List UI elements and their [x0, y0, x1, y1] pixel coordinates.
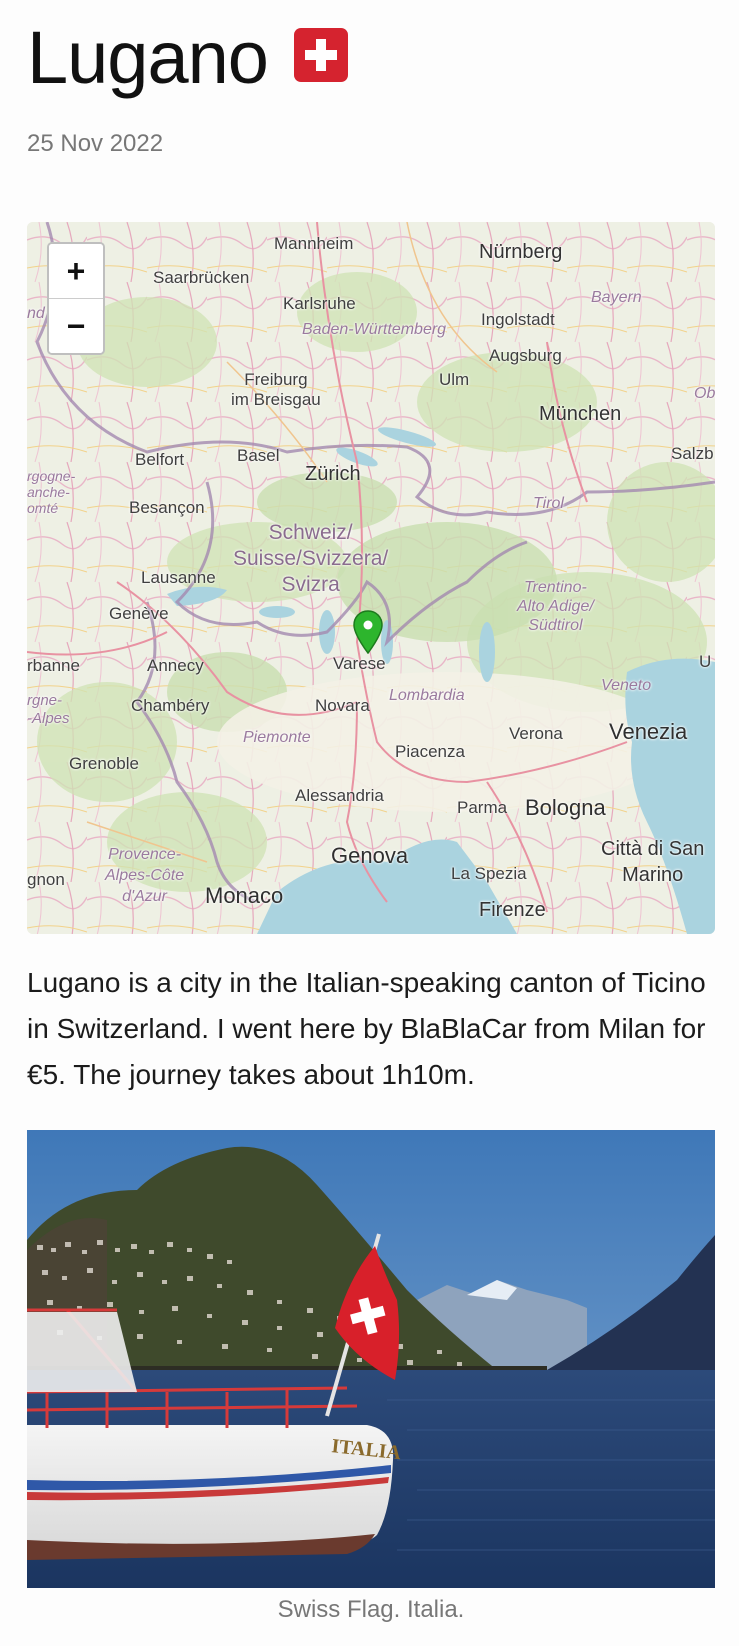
- map-label-parma: Parma: [457, 798, 508, 817]
- map-label-urbanne: rbanne: [27, 656, 80, 675]
- page-title: Lugano: [27, 16, 269, 99]
- map[interactable]: Mannheim Nürnberg Saarbrücken Bayern nd …: [27, 222, 715, 934]
- map-pin-icon[interactable]: [353, 610, 383, 654]
- map-label-mannheim: Mannheim: [274, 234, 354, 253]
- map-label-venezia: Venezia: [609, 719, 688, 744]
- map-label-ingolstadt: Ingolstadt: [481, 310, 555, 329]
- map-label-chambery: Chambéry: [131, 696, 210, 715]
- map-label-provence: Provence- Alpes-Côte d'Azur: [105, 846, 185, 905]
- map-label-genova: Genova: [331, 843, 409, 868]
- map-label-bayern: Bayern: [591, 289, 642, 306]
- map-label-salzb: Salzb: [671, 444, 714, 463]
- post-date: 25 Nov 2022: [27, 130, 164, 157]
- map-label-basel: Basel: [237, 446, 280, 465]
- zoom-out-button[interactable]: −: [49, 298, 103, 353]
- photo-lugano-boat[interactable]: ITALIA: [27, 1130, 715, 1588]
- map-label-laspezia: La Spezia: [451, 864, 527, 883]
- map-label-piacenza: Piacenza: [395, 742, 465, 761]
- map-label-freiburg: Freiburg im Breisgau: [231, 370, 321, 409]
- post-description: Lugano is a city in the Italian-speaking…: [27, 967, 706, 1090]
- map-label-annecy: Annecy: [147, 656, 204, 675]
- zoom-in-button[interactable]: +: [49, 244, 103, 298]
- map-label-citta: Città di San Marino: [601, 838, 705, 886]
- map-label-baden: Baden-Württemberg: [302, 321, 447, 338]
- map-label-belfort: Belfort: [135, 450, 185, 469]
- map-label-varese: Varese: [333, 654, 386, 673]
- map-label-tirol: Tirol: [533, 495, 564, 512]
- map-label-piemonte: Piemonte: [243, 729, 311, 746]
- map-label-trentino: Trentino- Alto Adige/ Südtirol: [517, 579, 594, 634]
- map-label-verona: Verona: [509, 724, 563, 743]
- zoom-control: + −: [47, 242, 105, 355]
- map-label-alessandria: Alessandria: [295, 786, 384, 805]
- map-label-bologna: Bologna: [525, 795, 606, 820]
- map-label-geneve: Genève: [109, 604, 169, 623]
- map-label-novara: Novara: [315, 696, 370, 715]
- map-label-firenze: Firenze: [479, 899, 546, 921]
- title-row: Lugano: [27, 8, 348, 108]
- map-label-munchen: München: [539, 403, 622, 425]
- map-label-monaco: Monaco: [205, 883, 284, 908]
- map-label-u: U: [699, 652, 712, 671]
- photo-image: ITALIA: [27, 1130, 715, 1588]
- map-label-burgogne: rgogne- anche- omté: [27, 468, 76, 516]
- map-label-grenoble: Grenoble: [69, 754, 139, 773]
- photo-caption: Swiss Flag. Italia.: [277, 1596, 465, 1623]
- map-label-avignon: gnon: [27, 870, 65, 889]
- map-label-rhone-alpes: rgne- -Alpes: [27, 692, 70, 727]
- swiss-flag-icon: [293, 28, 348, 82]
- map-label-augsburg: Augsburg: [489, 346, 562, 365]
- map-label-besancon: Besançon: [129, 498, 205, 517]
- map-label-saarbrucken: Saarbrücken: [153, 268, 250, 287]
- map-label-lombardia: Lombardia: [389, 687, 465, 704]
- map-label-veneto: Veneto: [601, 677, 652, 694]
- map-label-lausanne: Lausanne: [141, 568, 216, 587]
- map-label-ulm: Ulm: [439, 370, 470, 389]
- map-label-zurich: Zürich: [305, 463, 361, 485]
- map-label-ob: Ob: [694, 385, 715, 402]
- map-label-nurnberg: Nürnberg: [479, 241, 563, 263]
- map-label-karlsruhe: Karlsruhe: [283, 294, 356, 313]
- map-label-schweiz: Schweiz/ Suisse/Svizzera/ Svizra: [233, 521, 389, 596]
